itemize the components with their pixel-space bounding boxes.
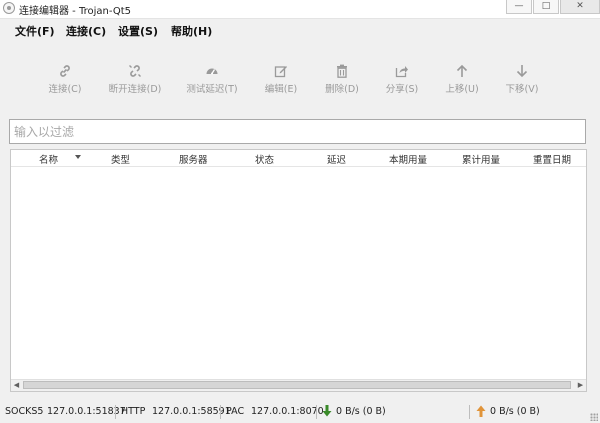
sort-desc-icon	[75, 155, 81, 159]
window-title: 连接编辑器 - Trojan-Qt5	[19, 6, 131, 17]
pac-address: 127.0.0.1:8070	[251, 406, 324, 417]
test-latency-button[interactable]: 测试延迟(T)	[177, 64, 247, 95]
edit-button[interactable]: 编辑(E)	[246, 64, 316, 95]
menu-connection[interactable]: 连接(C)	[66, 23, 106, 39]
menu-bar: 文件(F) 连接(C) 设置(S) 帮助(H)	[0, 19, 600, 41]
arrow-down-icon	[516, 65, 528, 78]
disconnect-button[interactable]: 断开连接(D)	[100, 64, 170, 95]
close-button[interactable]: ✕	[560, 0, 600, 14]
column-header-current-usage[interactable]: 本期用量	[389, 152, 427, 166]
http-address: 127.0.0.1:58591	[152, 406, 231, 417]
connect-button[interactable]: 连接(C)	[30, 64, 100, 95]
http-label: HTTP	[121, 406, 146, 417]
column-header-latency[interactable]: 延迟	[327, 152, 346, 166]
link-icon	[60, 65, 70, 77]
move-down-label: 下移(V)	[505, 84, 539, 95]
column-header-reset-date[interactable]: 重置日期	[533, 152, 571, 166]
maximize-button[interactable]: □	[533, 0, 559, 14]
column-header-server[interactable]: 服务器	[179, 152, 208, 166]
status-divider	[115, 405, 116, 419]
filter-input[interactable]	[9, 119, 586, 144]
menu-file[interactable]: 文件(F)	[15, 23, 55, 39]
column-header-name[interactable]: 名称	[39, 152, 58, 166]
socks-label: SOCKS5	[5, 406, 44, 417]
toolbar: 连接(C) 断开连接(D) 测试延迟(T) 编辑(E) 删除(D) 分享(S) …	[0, 42, 600, 112]
upload-arrow-icon	[476, 405, 486, 417]
pac-label: PAC	[226, 406, 245, 417]
download-speed: 0 B/s (0 B)	[336, 406, 386, 417]
trash-icon	[337, 64, 347, 78]
title-bar: 连接编辑器 - Trojan-Qt5 — □ ✕	[0, 0, 600, 19]
column-header-type[interactable]: 类型	[111, 152, 130, 166]
status-divider	[220, 405, 221, 419]
share-label: 分享(S)	[385, 84, 419, 95]
share-icon	[395, 66, 408, 78]
menu-help[interactable]: 帮助(H)	[171, 23, 212, 39]
move-up-label: 上移(U)	[445, 84, 479, 95]
speedometer-icon	[206, 68, 218, 75]
table-header: 名称 类型 服务器 状态 延迟 本期用量 累计用量 重置日期	[11, 150, 586, 167]
status-divider	[316, 405, 317, 419]
app-icon	[3, 2, 15, 14]
scrollbar-thumb[interactable]	[23, 381, 571, 389]
horizontal-scrollbar[interactable]: ◀ ▶	[11, 379, 586, 391]
test-latency-label: 测试延迟(T)	[186, 84, 238, 95]
edit-icon	[274, 66, 287, 78]
disconnect-label: 断开连接(D)	[108, 84, 162, 95]
move-down-button[interactable]: 下移(V)	[487, 64, 557, 95]
resize-grip-icon[interactable]	[590, 413, 598, 421]
connect-label: 连接(C)	[48, 84, 82, 95]
column-header-total-usage[interactable]: 累计用量	[462, 152, 500, 166]
unlink-icon	[129, 65, 141, 77]
upload-speed: 0 B/s (0 B)	[490, 406, 540, 417]
scroll-right-icon[interactable]: ▶	[575, 380, 586, 391]
status-divider	[469, 405, 470, 419]
status-bar: SOCKS5 127.0.0.1:51837 HTTP 127.0.0.1:58…	[0, 401, 600, 423]
menu-settings[interactable]: 设置(S)	[118, 23, 158, 39]
arrow-up-icon	[456, 64, 468, 77]
socks-address: 127.0.0.1:51837	[47, 406, 126, 417]
scroll-left-icon[interactable]: ◀	[11, 380, 22, 391]
download-arrow-icon	[322, 405, 332, 417]
column-header-status[interactable]: 状态	[255, 152, 274, 166]
minimize-button[interactable]: —	[506, 0, 532, 14]
connection-table[interactable]: 名称 类型 服务器 状态 延迟 本期用量 累计用量 重置日期 ◀ ▶	[10, 149, 587, 392]
edit-label: 编辑(E)	[264, 84, 298, 95]
delete-label: 删除(D)	[325, 84, 359, 95]
